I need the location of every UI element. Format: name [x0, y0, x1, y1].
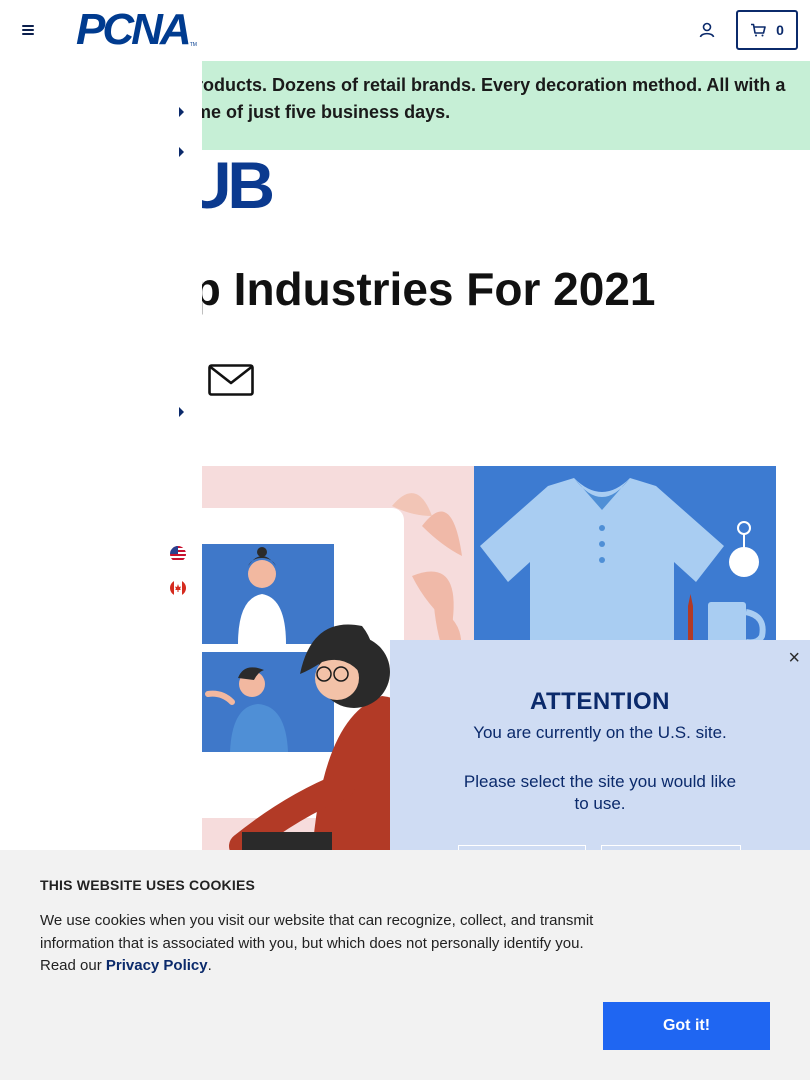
cart-icon	[751, 23, 766, 37]
cart-button[interactable]: 0	[736, 10, 798, 50]
modal-current-site-text: You are currently on the U.S. site.	[473, 723, 727, 742]
privacy-policy-link[interactable]: Privacy Policy	[106, 957, 208, 974]
site-header: PCNA TM 0	[0, 0, 810, 60]
cookie-body: We use cookies when you visit our websit…	[40, 910, 605, 978]
close-icon[interactable]: ×	[788, 648, 800, 668]
modal-title: ATTENTION	[529, 688, 671, 715]
article-title-wrap: Top Industries For 2021	[140, 262, 780, 322]
promo-text: Thousands of products. Dozens of retail …	[202, 75, 786, 122]
menu-icon[interactable]	[18, 20, 38, 40]
cookie-body-period: .	[207, 957, 212, 974]
canada-flag-icon[interactable]	[170, 580, 186, 596]
promo-banner: Thousands of products. Dozens of retail …	[202, 61, 810, 150]
drawer-expand-arrow-1[interactable]	[179, 107, 184, 117]
article-title: Top Industries For 2021	[140, 263, 656, 315]
drawer-expand-arrow-3[interactable]	[179, 407, 184, 417]
logo-trademark: TM	[189, 42, 197, 48]
logo-text: PCNA	[76, 5, 192, 54]
pcna-logo[interactable]: PCNA TM	[76, 5, 197, 54]
drawer-expand-arrow-2[interactable]	[179, 147, 184, 157]
modal-select-text: Please select the site you would like to…	[463, 772, 737, 813]
us-flag-icon[interactable]	[170, 546, 186, 562]
cookie-title: THIS WEBSITE USES COOKIES	[40, 877, 256, 893]
user-icon[interactable]	[698, 21, 716, 39]
cart-count: 0	[776, 22, 784, 38]
mail-icon[interactable]	[208, 364, 254, 396]
accept-cookies-button[interactable]: Got it!	[603, 1002, 770, 1050]
cookie-banner: THIS WEBSITE USES COOKIES We use cookies…	[0, 850, 810, 1080]
page: PCNA TM 0 Thousands of products. Dozens …	[0, 0, 810, 1080]
